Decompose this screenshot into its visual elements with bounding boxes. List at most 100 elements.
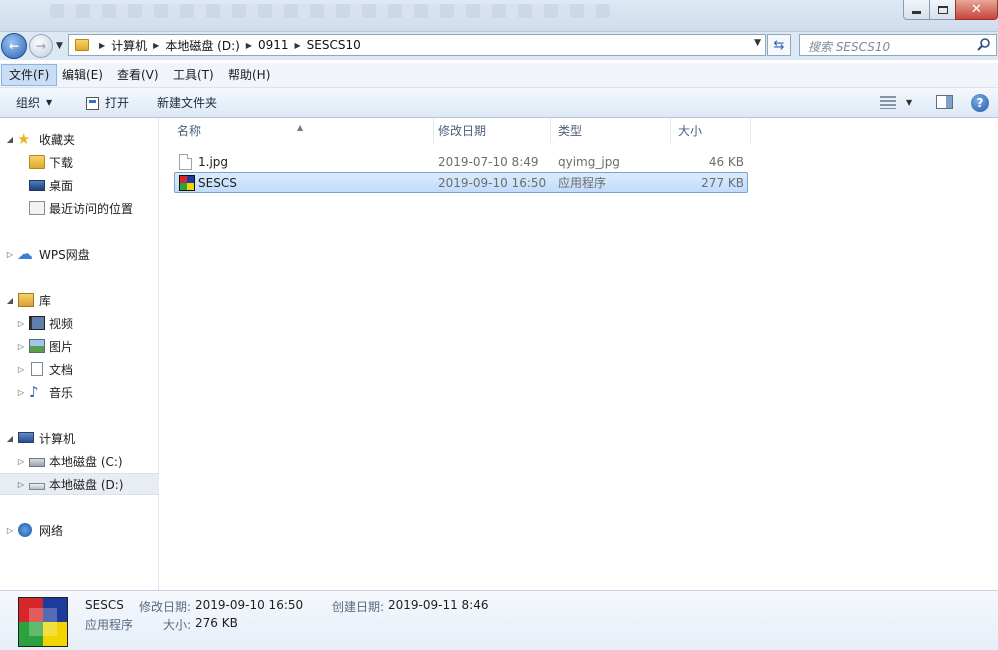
- folder-icon: [75, 39, 89, 51]
- breadcrumb-separator-icon[interactable]: ▶: [147, 41, 165, 50]
- breadcrumb-separator-icon[interactable]: ▶: [289, 41, 307, 50]
- collapse-arrow-icon[interactable]: ◢: [5, 296, 15, 305]
- sidebar-item-music[interactable]: ▷ ♪ 音乐: [0, 381, 159, 403]
- document-icon: [31, 362, 43, 376]
- sidebar-item-computer[interactable]: ◢ 计算机: [0, 427, 159, 449]
- sidebar-item-downloads[interactable]: 下载: [0, 151, 159, 173]
- application-icon: [18, 597, 68, 647]
- minimize-button[interactable]: [903, 0, 930, 20]
- menu-help[interactable]: 帮助(H): [221, 64, 277, 86]
- sidebar-item-libraries[interactable]: ◢ 库: [0, 289, 159, 311]
- file-size: 277 KB: [701, 175, 744, 190]
- breadcrumb-separator-icon[interactable]: ▶: [240, 41, 258, 50]
- breadcrumb-sescs10[interactable]: SESCS10: [307, 38, 361, 52]
- cloud-icon: ☁: [17, 244, 33, 263]
- maximize-button[interactable]: [929, 0, 956, 20]
- sidebar-item-drive-d[interactable]: ▷ 本地磁盘 (D:): [0, 473, 159, 495]
- star-icon: ★: [17, 130, 31, 148]
- expand-arrow-icon[interactable]: ▷: [16, 342, 26, 351]
- expand-arrow-icon[interactable]: ▷: [5, 250, 15, 259]
- menu-tools[interactable]: 工具(T): [166, 64, 221, 86]
- sidebar-item-drive-c[interactable]: ▷ 本地磁盘 (C:): [0, 450, 159, 472]
- recent-pages-dropdown[interactable]: ▼: [56, 41, 63, 51]
- details-file-name: SESCS: [85, 598, 124, 612]
- sidebar-item-label: 音乐: [49, 385, 74, 400]
- sidebar-item-documents[interactable]: ▷ 文档: [0, 358, 159, 380]
- organize-button[interactable]: 组织 ▼: [16, 88, 52, 118]
- file-modified: 2019-07-10 8:49: [438, 154, 539, 169]
- list-item[interactable]: 1.jpg 2019-07-10 8:49 qyimg_jpg 46 KB: [174, 151, 748, 172]
- sidebar-item-label: 视频: [49, 316, 74, 331]
- back-button[interactable]: ←: [1, 33, 27, 59]
- column-header-label: 类型: [558, 124, 583, 138]
- view-options-dropdown[interactable]: ▼: [906, 98, 912, 107]
- expand-arrow-icon[interactable]: ▷: [16, 388, 26, 397]
- sidebar-item-wps-cloud[interactable]: ▷ ☁ WPS网盘: [0, 243, 159, 265]
- column-header-modified[interactable]: 修改日期: [430, 118, 551, 144]
- sidebar-item-favorites[interactable]: ◢ ★ 收藏夹: [0, 128, 159, 150]
- breadcrumb-separator-icon[interactable]: ▶: [93, 41, 111, 50]
- breadcrumb: ▶ 计算机 ▶ 本地磁盘 (D:) ▶ 0911 ▶ SESCS10: [93, 35, 361, 55]
- file-list: 名称 ▲ 修改日期 类型 大小 1.jpg 2019-07-10 8:49 qy…: [160, 118, 998, 590]
- address-bar[interactable]: ▶ 计算机 ▶ 本地磁盘 (D:) ▶ 0911 ▶ SESCS10 ▼: [68, 34, 766, 56]
- help-icon[interactable]: ?: [971, 94, 989, 112]
- organize-label: 组织: [16, 96, 41, 110]
- sidebar-item-pictures[interactable]: ▷ 图片: [0, 335, 159, 357]
- new-folder-label: 新建文件夹: [157, 96, 218, 110]
- network-icon: [18, 523, 32, 537]
- picture-icon: [29, 339, 45, 353]
- menu-file[interactable]: 文件(F): [1, 64, 58, 86]
- list-item[interactable]: SESCS 2019-09-10 16:50 应用程序 277 KB: [174, 172, 748, 193]
- expand-arrow-icon[interactable]: ▷: [16, 457, 26, 466]
- computer-icon: [18, 432, 34, 443]
- navigation-bar: ← → ▼ ▶ 计算机 ▶ 本地磁盘 (D:) ▶ 0911 ▶ SESCS10…: [0, 32, 998, 60]
- sidebar-item-network[interactable]: ▷ 网络: [0, 519, 159, 541]
- column-header-label: 大小: [678, 124, 703, 138]
- address-history-dropdown[interactable]: ▼: [754, 38, 761, 48]
- search-icon[interactable]: [976, 37, 992, 53]
- menu-edit[interactable]: 编辑(E): [55, 64, 110, 86]
- new-folder-button[interactable]: 新建文件夹: [157, 88, 217, 118]
- drive-icon: [29, 483, 45, 490]
- sidebar-item-label: 下载: [49, 155, 74, 170]
- sidebar-item-label: 库: [39, 293, 52, 308]
- sidebar-item-label: 计算机: [39, 431, 76, 446]
- details-created-value: 2019-09-11 8:46: [388, 598, 489, 612]
- breadcrumb-computer[interactable]: 计算机: [111, 37, 147, 54]
- collapse-arrow-icon[interactable]: ◢: [5, 434, 15, 443]
- preview-pane-icon[interactable]: [936, 95, 953, 109]
- sidebar-item-recent-places[interactable]: 最近访问的位置: [0, 197, 159, 219]
- details-modified-value: 2019-09-10 16:50: [195, 598, 304, 612]
- music-note-icon: ♪: [29, 383, 39, 401]
- search-box[interactable]: 搜索 SESCS10: [799, 34, 997, 56]
- sidebar-item-label: WPS网盘: [39, 247, 90, 262]
- back-arrow-icon: ←: [8, 39, 20, 53]
- sidebar-item-desktop[interactable]: 桌面: [0, 174, 159, 196]
- details-file-type: 应用程序: [85, 618, 134, 632]
- expand-arrow-icon[interactable]: ▷: [16, 480, 26, 489]
- forward-button[interactable]: →: [29, 34, 53, 58]
- column-header-name[interactable]: 名称 ▲: [169, 118, 434, 144]
- expand-arrow-icon[interactable]: ▷: [5, 526, 15, 535]
- breadcrumb-drive-d[interactable]: 本地磁盘 (D:): [165, 37, 239, 54]
- expand-arrow-icon[interactable]: ▷: [16, 319, 26, 328]
- breadcrumb-0911[interactable]: 0911: [258, 38, 289, 52]
- close-button[interactable]: ✕: [955, 0, 998, 20]
- sidebar-item-label: 网络: [39, 523, 64, 538]
- column-header-size[interactable]: 大小: [670, 118, 751, 144]
- open-button[interactable]: 打开: [86, 88, 129, 118]
- refresh-button[interactable]: ⇆: [767, 34, 791, 56]
- downloads-folder-icon: [29, 155, 45, 169]
- column-header-label: 修改日期: [438, 124, 487, 138]
- expand-arrow-icon[interactable]: ▷: [16, 365, 26, 374]
- sidebar-item-label: 图片: [49, 339, 74, 354]
- change-view-icon[interactable]: [880, 96, 896, 109]
- menu-bar: 文件(F) 编辑(E) 查看(V) 工具(T) 帮助(H): [0, 63, 998, 88]
- details-size-label: 大小:: [163, 618, 192, 632]
- column-header-type[interactable]: 类型: [550, 118, 671, 144]
- sort-ascending-icon: ▲: [297, 123, 304, 132]
- menu-view[interactable]: 查看(V): [110, 64, 166, 86]
- collapse-arrow-icon[interactable]: ◢: [5, 135, 15, 144]
- file-size: 46 KB: [708, 154, 744, 169]
- sidebar-item-videos[interactable]: ▷ 视频: [0, 312, 159, 334]
